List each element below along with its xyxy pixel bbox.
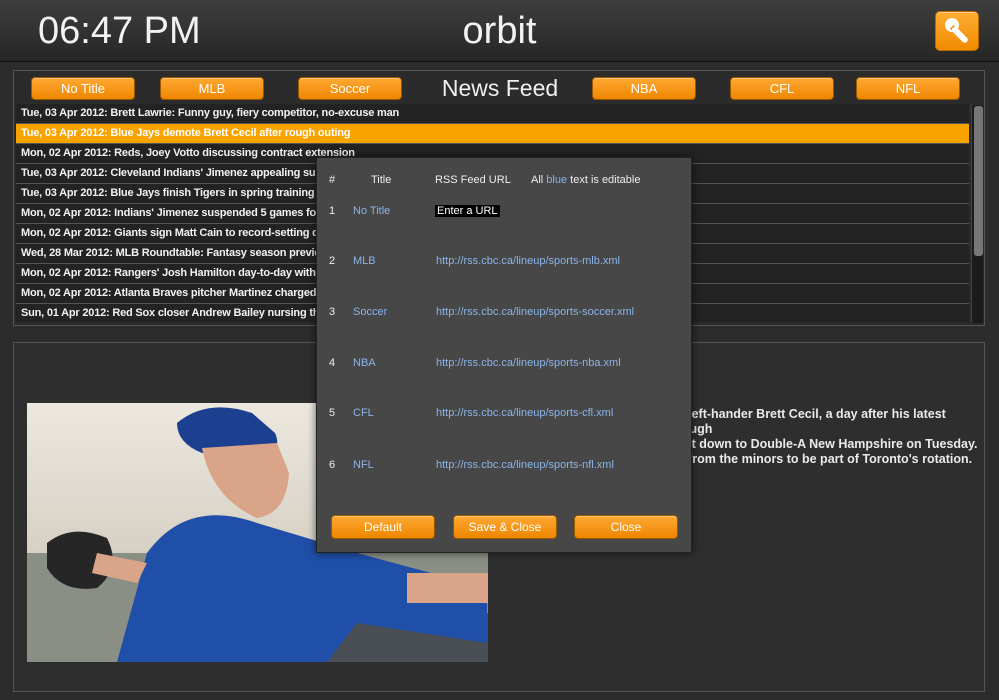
scrollbar-thumb[interactable]	[974, 106, 983, 256]
feed-url-field[interactable]: http://rss.cbc.ca/lineup/sports-nfl.xml	[436, 459, 614, 471]
feed-title-field[interactable]: No Title	[353, 205, 390, 217]
feed-url-field[interactable]: http://rss.cbc.ca/lineup/sports-mlb.xml	[436, 255, 620, 267]
article-line: d from the minors to be part of Toronto'…	[677, 452, 973, 466]
news-list-scrollbar[interactable]	[971, 105, 983, 323]
tab-mlb[interactable]: MLB	[160, 77, 264, 100]
tab-nba[interactable]: NBA	[592, 77, 696, 100]
article-line: ent down to Double-A New Hampshire on Tu…	[677, 437, 978, 451]
top-bar: 06:47 PM orbit	[0, 0, 999, 62]
tab-cfl[interactable]: CFL	[730, 77, 834, 100]
feed-number: 1	[329, 205, 336, 217]
feed-url-input[interactable]: Enter a URL	[435, 205, 500, 217]
editable-note-prefix: All	[531, 174, 544, 186]
feed-row: 5 CFL http://rss.cbc.ca/lineup/sports-cf…	[317, 407, 693, 423]
feed-number: 4	[329, 357, 336, 369]
editable-note: All blue text is editable	[531, 174, 640, 186]
feed-title-field[interactable]: MLB	[353, 255, 376, 267]
tab-soccer[interactable]: Soccer	[298, 77, 402, 100]
article-text: d left-hander Brett Cecil, a day after h…	[677, 407, 982, 467]
feed-row: 1 No Title Enter a URL	[317, 205, 693, 221]
feed-url-field[interactable]: http://rss.cbc.ca/lineup/sports-cfl.xml	[436, 407, 613, 419]
feed-title-field[interactable]: NBA	[353, 357, 376, 369]
feed-url-field[interactable]: http://rss.cbc.ca/lineup/sports-nba.xml	[436, 357, 621, 369]
feed-title: News Feed	[441, 75, 559, 101]
app-window: 06:47 PM orbit No Title MLB Soccer News …	[0, 0, 999, 700]
column-header-url: RSS Feed URL	[435, 174, 511, 186]
feed-settings-dialog: # Title RSS Feed URL All blue text is ed…	[316, 157, 692, 553]
default-button[interactable]: Default	[331, 515, 435, 539]
close-button[interactable]: Close	[574, 515, 678, 539]
feed-number: 5	[329, 407, 336, 419]
feed-number: 3	[329, 306, 336, 318]
feed-row: 3 Soccer http://rss.cbc.ca/lineup/sports…	[317, 306, 693, 322]
feed-number: 2	[329, 255, 336, 267]
feed-title-field[interactable]: CFL	[353, 407, 374, 419]
tab-nfl[interactable]: NFL	[856, 77, 960, 100]
feed-row: 2 MLB http://rss.cbc.ca/lineup/sports-ml…	[317, 255, 693, 271]
save-close-button[interactable]: Save & Close	[453, 515, 557, 539]
feed-url-field[interactable]: http://rss.cbc.ca/lineup/sports-soccer.x…	[436, 306, 634, 318]
settings-button[interactable]	[935, 11, 979, 51]
tab-no-title[interactable]: No Title	[31, 77, 135, 100]
column-header-number: #	[329, 174, 336, 186]
wrench-icon	[945, 18, 968, 43]
news-item-selected[interactable]: Tue, 03 Apr 2012: Blue Jays demote Brett…	[16, 124, 969, 144]
news-item[interactable]: Tue, 03 Apr 2012: Brett Lawrie: Funny gu…	[16, 104, 969, 124]
editable-note-suffix: text is editable	[570, 174, 641, 186]
app-title: orbit	[462, 10, 537, 52]
feed-number: 6	[329, 459, 336, 471]
feed-row: 6 NFL http://rss.cbc.ca/lineup/sports-nf…	[317, 459, 693, 475]
article-line: d left-hander Brett Cecil, a day after h…	[677, 407, 946, 436]
feed-title-field[interactable]: Soccer	[353, 306, 387, 318]
feed-title-field[interactable]: NFL	[353, 459, 374, 471]
feed-row: 4 NBA http://rss.cbc.ca/lineup/sports-nb…	[317, 357, 693, 373]
column-header-title: Title	[371, 174, 392, 186]
editable-note-blue: blue	[546, 174, 568, 186]
